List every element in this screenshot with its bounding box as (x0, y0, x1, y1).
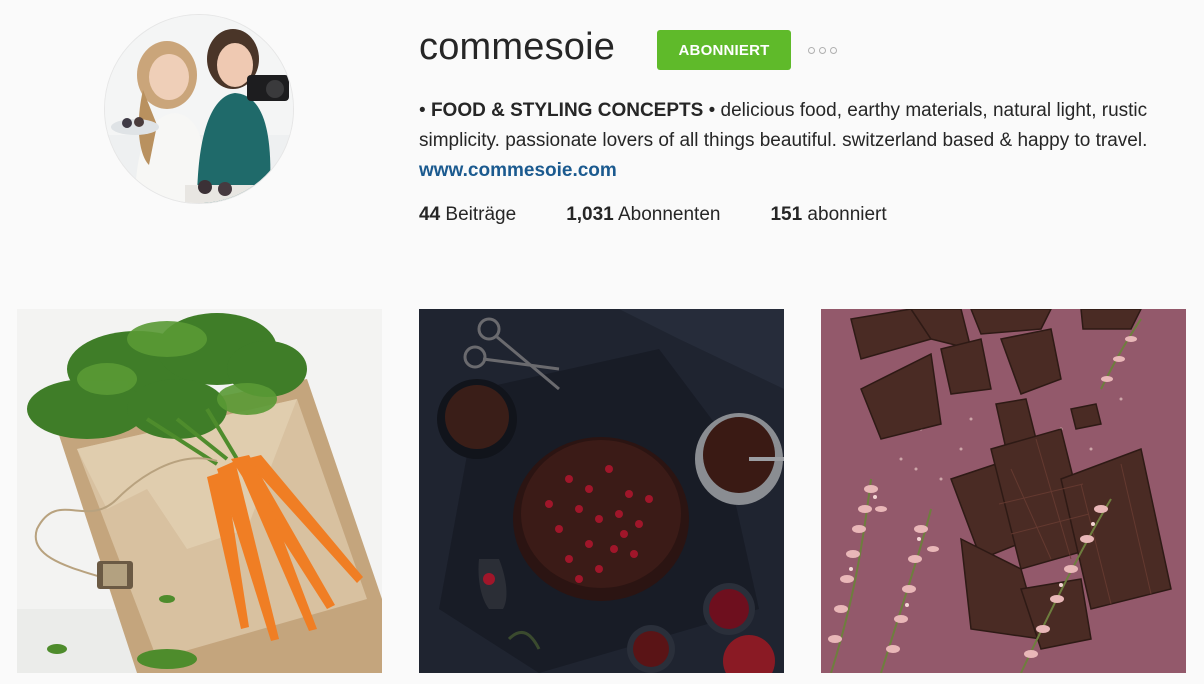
dot (808, 46, 815, 54)
chocolate-cake-photo (419, 309, 784, 673)
stat-number: 44 (419, 204, 441, 225)
stat-followers[interactable]: 1,031 Abonnenten (566, 204, 720, 226)
ellipsis-icon[interactable] (808, 40, 844, 60)
stat-following[interactable]: 151 abonniert (770, 204, 886, 226)
follow-button[interactable]: ABONNIERT (657, 30, 791, 70)
post-tile[interactable] (821, 309, 1186, 673)
profile-stats: 44 Beiträge 1,031 Abonnenten 151 abonnie… (419, 204, 937, 226)
stat-number: 151 (770, 204, 803, 225)
profile-page: commesoie ABONNIERT • FOOD & STYLING CON… (0, 0, 1204, 684)
bio-bullet: • (419, 100, 431, 121)
stat-label: Abonnenten (613, 204, 721, 225)
avatar-photo (105, 15, 293, 203)
chocolate-bars-photo (821, 309, 1186, 673)
profile-bio: • FOOD & STYLING CONCEPTS • delicious fo… (419, 96, 1179, 186)
stat-label: abonniert (802, 204, 887, 225)
profile-avatar[interactable] (104, 14, 294, 204)
profile-username: commesoie (419, 26, 616, 68)
carrots-photo (17, 309, 382, 673)
post-tile[interactable] (419, 309, 784, 673)
dot (819, 46, 826, 54)
stat-number: 1,031 (566, 204, 614, 225)
post-grid (17, 309, 1186, 673)
post-tile[interactable] (17, 309, 382, 673)
dot (830, 46, 837, 54)
stat-label: Beiträge (440, 204, 517, 225)
bio-title: FOOD & STYLING CONCEPTS (430, 100, 704, 121)
stat-posts: 44 Beiträge (419, 204, 516, 226)
website-link[interactable]: www.commesoie.com (419, 160, 617, 181)
